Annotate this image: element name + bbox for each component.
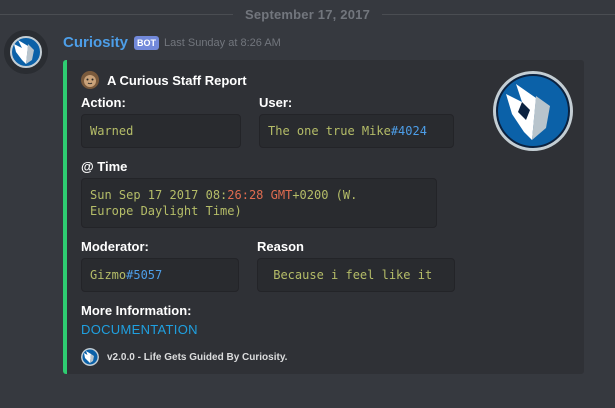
moderator-value-tag: #5057 — [126, 268, 163, 282]
time-part-a: Sun Sep 17 2017 08: — [90, 188, 228, 202]
field-value-action: Warned — [81, 114, 241, 148]
divider-line-left — [0, 13, 233, 15]
message-timestamp: Last Sunday at 8:26 AM — [164, 36, 281, 49]
date-divider-label: September 17, 2017 — [245, 6, 371, 22]
dallas-mavericks-logo-icon — [81, 348, 99, 366]
field-name-moderator: Moderator: — [81, 239, 149, 254]
embed-footer-text: v2.0.0 - Life Gets Guided By Curiosity. — [107, 351, 288, 363]
username[interactable]: Curiosity — [63, 34, 128, 51]
field-name-reason: Reason — [257, 239, 304, 254]
field-value-time: Sun Sep 17 2017 08:26:28 GMT+0200 (W. Eu… — [81, 178, 437, 228]
field-name-action: Action: — [81, 95, 126, 110]
dallas-mavericks-logo-icon — [493, 71, 573, 151]
field-name-more-info: More Information: — [81, 303, 192, 318]
documentation-link[interactable]: DOCUMENTATION — [81, 322, 198, 337]
user-value-tag: #4024 — [390, 124, 427, 138]
user-value-text: The one true Mike — [268, 124, 391, 138]
embed-author-name: A Curious Staff Report — [107, 72, 247, 88]
tiger-icon — [81, 71, 99, 89]
dallas-mavericks-logo-icon — [4, 30, 48, 74]
embed: A Curious Staff Report Action: Warned Us… — [63, 60, 584, 374]
message-header: Curiosity BOT Last Sunday at 8:26 AM — [63, 34, 281, 51]
time-part-b: 26:28 — [227, 188, 264, 202]
avatar[interactable] — [4, 30, 48, 74]
reason-value-text: Because i feel like it — [266, 268, 433, 282]
field-value-moderator: Gizmo#5057 — [81, 258, 239, 292]
embed-footer: v2.0.0 - Life Gets Guided By Curiosity. — [81, 348, 287, 366]
time-part-c: GMT — [263, 188, 293, 202]
field-name-user: User: — [259, 95, 293, 110]
action-value-text: Warned — [90, 124, 134, 138]
field-name-time: @ Time — [81, 159, 128, 174]
field-value-user: The one true Mike#4024 — [259, 114, 454, 148]
moderator-value-text: Gizmo — [90, 268, 127, 282]
divider-line-right — [382, 13, 615, 15]
time-part-d: +0200 — [292, 188, 329, 202]
date-divider: September 17, 2017 — [0, 6, 615, 22]
bot-badge: BOT — [134, 35, 160, 50]
field-value-reason: Because i feel like it — [257, 258, 455, 292]
embed-thumbnail[interactable] — [492, 70, 574, 152]
embed-author: A Curious Staff Report — [81, 71, 247, 89]
